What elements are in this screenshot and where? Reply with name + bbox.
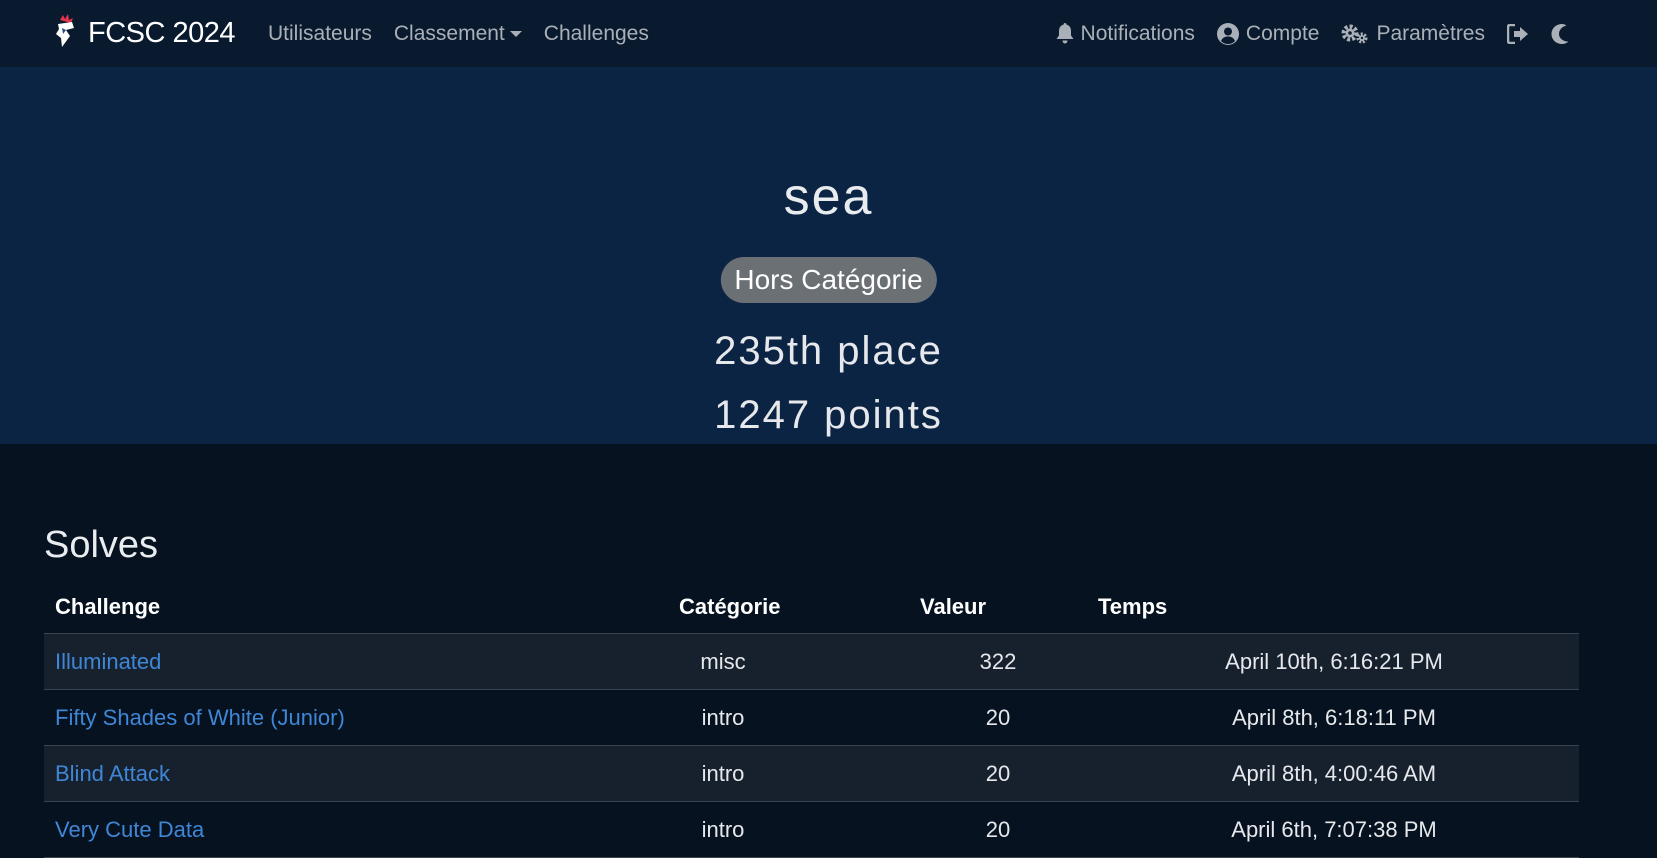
header-time: Temps [1098, 594, 1168, 619]
challenge-value: 322 [979, 649, 1017, 674]
category-badge: Hors Catégorie [720, 257, 937, 303]
nav-notifications-label: Notifications [1080, 21, 1195, 45]
nav-challenges[interactable]: Challenges [544, 22, 649, 46]
profile-header: sea Hors Catégorie 235th place 1247 poin… [0, 67, 1657, 444]
user-circle-icon [1216, 22, 1239, 45]
header-value: Valeur [920, 594, 987, 619]
theme-toggle-button[interactable] [1551, 23, 1569, 44]
table-row: Blind Attack intro 20 April 8th, 4:00:46… [44, 746, 1579, 802]
moon-icon [1551, 23, 1569, 44]
rooster-logo-icon [52, 14, 78, 53]
table-row: Very Cute Data intro 20 April 6th, 7:07:… [44, 802, 1579, 858]
user-name: sea [783, 168, 874, 226]
nav-account-label: Compte [1245, 21, 1320, 45]
bell-icon [1056, 23, 1074, 44]
nav-settings[interactable]: Paramètres [1341, 22, 1485, 46]
header-challenge: Challenge [55, 594, 161, 619]
navbar: FCSC 2024 Utilisateurs Classement Challe… [0, 0, 1657, 67]
nav-scoreboard-label: Classement [393, 21, 505, 45]
challenge-category: intro [701, 761, 745, 786]
solves-table: Challenge Catégorie Valeur Temps Illumin… [44, 586, 1579, 858]
solve-time: April 6th, 7:07:38 PM [1231, 817, 1437, 842]
nav-settings-label: Paramètres [1376, 21, 1485, 45]
challenge-link[interactable]: Very Cute Data [55, 817, 204, 843]
nav-scoreboard-dropdown[interactable]: Classement [394, 22, 522, 46]
gears-icon [1341, 24, 1368, 43]
chevron-down-icon [509, 30, 522, 37]
nav-account[interactable]: Compte [1216, 21, 1320, 46]
challenge-category: intro [701, 705, 745, 730]
solves-title: Solves [44, 524, 159, 566]
user-place: 235th place [714, 329, 943, 373]
challenge-category: misc [700, 649, 746, 674]
challenge-link[interactable]: Fifty Shades of White (Junior) [55, 705, 345, 731]
table-row: Fifty Shades of White (Junior) intro 20 … [44, 690, 1579, 746]
brand-link[interactable]: FCSC 2024 [52, 14, 236, 53]
nav-notifications[interactable]: Notifications [1056, 22, 1195, 46]
solve-time: April 8th, 4:00:46 AM [1231, 761, 1437, 786]
challenge-value: 20 [985, 761, 1011, 786]
logout-button[interactable] [1507, 23, 1529, 44]
nav-users[interactable]: Utilisateurs [268, 22, 372, 46]
solve-time: April 8th, 6:18:11 PM [1232, 705, 1436, 730]
table-row: Illuminated misc 322 April 10th, 6:16:21… [44, 634, 1579, 690]
challenge-link[interactable]: Illuminated [55, 649, 161, 675]
solve-time: April 10th, 6:16:21 PM [1225, 649, 1443, 674]
challenge-category: intro [701, 817, 745, 842]
challenge-value: 20 [985, 817, 1011, 842]
sign-out-icon [1507, 23, 1528, 44]
header-category: Catégorie [679, 594, 781, 619]
challenge-link[interactable]: Blind Attack [55, 761, 170, 787]
brand-name: FCSC 2024 [88, 17, 236, 49]
table-header: Challenge Catégorie Valeur Temps [44, 586, 1579, 634]
challenge-value: 20 [985, 705, 1011, 730]
user-points: 1247 points [714, 393, 943, 437]
